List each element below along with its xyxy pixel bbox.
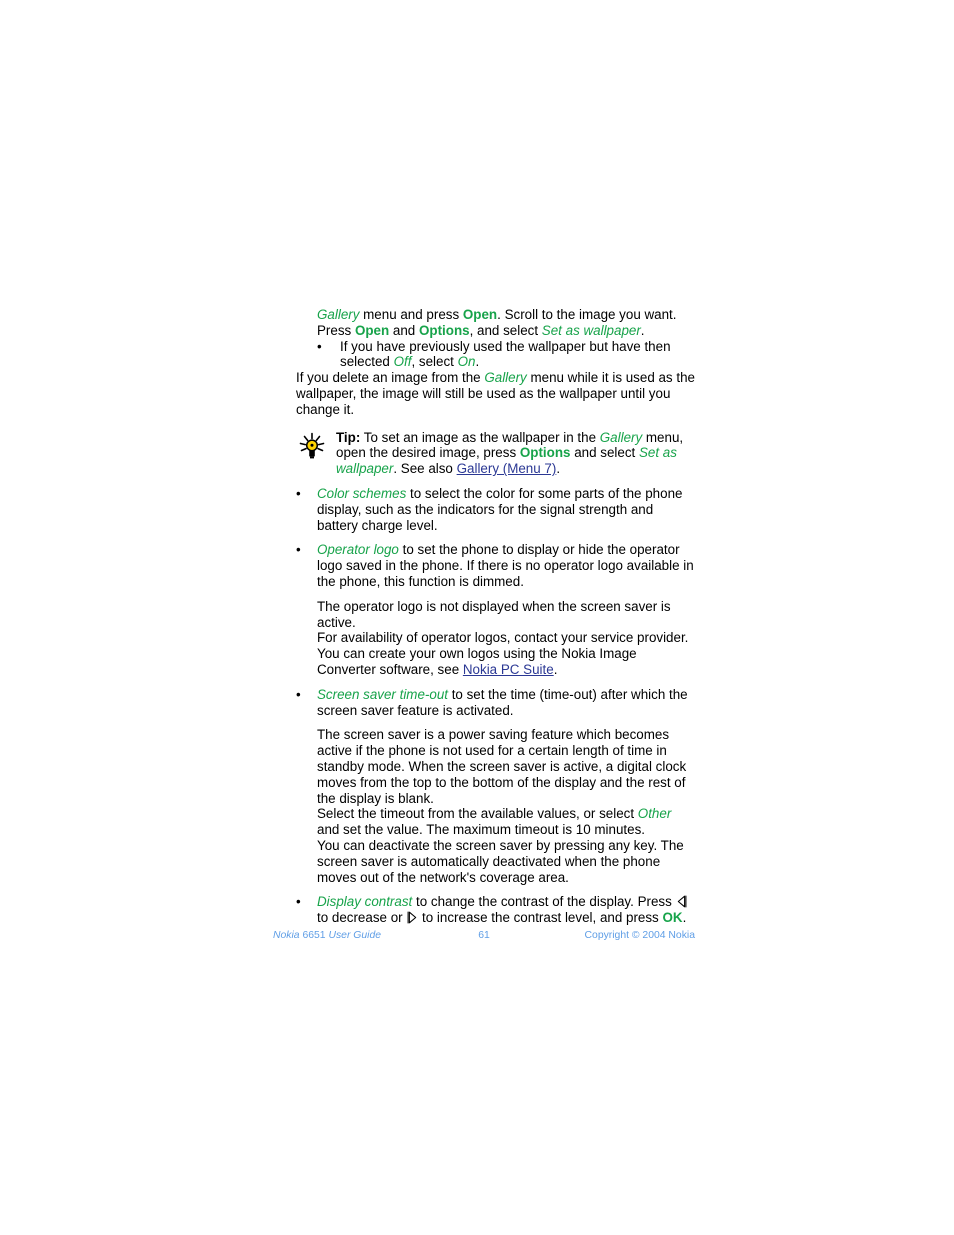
- left-arrow-key-icon: [677, 895, 687, 908]
- text-run: to increase the contrast level, and pres…: [418, 910, 663, 926]
- term-gallery: Gallery: [317, 307, 360, 322]
- term-operator-logo: Operator logo: [317, 542, 399, 558]
- paragraph-operator-logo-screensaver: The operator logo is not displayed when …: [317, 598, 671, 630]
- paragraph-operator-logo-availability: For availability of operator logos, cont…: [296, 630, 696, 677]
- text-run: , and select: [469, 322, 542, 338]
- term-gallery: Gallery: [599, 429, 643, 445]
- term-ok: OK: [662, 910, 683, 926]
- list-item-text: Display contrast to change the contrast …: [317, 894, 696, 926]
- term-open-2: Open: [354, 322, 390, 338]
- tip-label: Tip:: [336, 429, 361, 445]
- link-nokia-pc-suite[interactable]: Nokia PC Suite: [463, 662, 554, 677]
- link-gallery-menu-7[interactable]: Gallery (Menu 7): [457, 461, 557, 476]
- list-item: • If you have previously used the wallpa…: [296, 339, 696, 371]
- tip-text: Tip: To set an image as the wallpaper in…: [336, 430, 696, 477]
- text-run: If you delete an image from the: [296, 370, 485, 386]
- bullet-marker: •: [296, 542, 301, 558]
- text-run: Select the timeout from the available va…: [317, 806, 638, 822]
- list-item-text: Screen saver time-out to set the time (t…: [317, 687, 696, 719]
- term-color-schemes: Color schemes: [317, 485, 407, 501]
- page-content: Gallery menu and press Open. Scroll to t…: [296, 307, 696, 926]
- text-run: . See also: [393, 461, 457, 477]
- text-run: .: [556, 461, 561, 477]
- text-run: and select: [570, 445, 639, 461]
- text-run: .: [682, 910, 687, 926]
- list-item-text: Color schemes to select the color for so…: [317, 486, 696, 533]
- right-arrow-key-icon: [407, 911, 417, 924]
- paragraph-deactivate-screen-saver: You can deactivate the screen saver by p…: [317, 837, 684, 885]
- list-item-screen-saver-timeout: • Screen saver time-out to set the time …: [296, 687, 696, 719]
- list-item-text: If you have previously used the wallpape…: [340, 339, 696, 371]
- term-set-as-wallpaper: Set as wallpaper: [541, 322, 641, 338]
- paragraph-screen-saver-description: The screen saver is a power saving featu…: [317, 727, 687, 806]
- tip-block: Tip: To set an image as the wallpaper in…: [296, 430, 696, 477]
- list-item-display-contrast: • Display contrast to change the contras…: [296, 894, 696, 926]
- bullet-marker: •: [296, 894, 301, 910]
- text-run: .: [475, 354, 480, 370]
- text-run: and set the value. The maximum timeout i…: [317, 822, 645, 838]
- paragraph-select-timeout: Select the timeout from the available va…: [296, 806, 696, 838]
- term-off: Off: [393, 354, 412, 370]
- footer-copyright: Copyright © 2004 Nokia: [584, 930, 695, 941]
- text-run: menu and press: [359, 307, 463, 322]
- term-gallery: Gallery: [484, 370, 527, 386]
- page-footer: Nokia 6651 User Guide 61 Copyright © 200…: [273, 929, 695, 945]
- term-options: Options: [418, 322, 470, 338]
- text-run: to change the contrast of the display. P…: [412, 894, 676, 910]
- term-other: Other: [637, 806, 672, 822]
- list-item-text: Operator logo to set the phone to displa…: [317, 542, 696, 589]
- text-run: and: [389, 322, 419, 338]
- term-screen-saver-time-out: Screen saver time-out: [317, 686, 448, 702]
- lightbulb-icon: [295, 430, 329, 464]
- paragraph-delete-image: If you delete an image from the Gallery …: [296, 370, 696, 417]
- text-run: , select: [411, 354, 458, 370]
- list-item-operator-logo: • Operator logo to set the phone to disp…: [296, 542, 696, 589]
- term-options: Options: [519, 445, 571, 461]
- bullet-marker: •: [296, 686, 301, 702]
- term-open: Open: [462, 307, 498, 322]
- document-page: Gallery menu and press Open. Scroll to t…: [0, 0, 954, 1235]
- term-on: On: [457, 354, 476, 370]
- text-run: If you have previously used the wallpape…: [340, 338, 671, 370]
- paragraph-gallery-wallpaper: Gallery menu and press Open. Scroll to t…: [296, 307, 696, 339]
- term-display-contrast: Display contrast: [317, 894, 413, 910]
- text-run: to decrease or: [317, 910, 407, 926]
- text-run: To set an image as the wallpaper in the: [360, 429, 600, 445]
- bullet-marker: •: [296, 485, 301, 501]
- bullet-marker: •: [317, 338, 322, 354]
- text-run: .: [553, 661, 558, 677]
- list-item-color-schemes: • Color schemes to select the color for …: [296, 486, 696, 533]
- text-run: .: [640, 322, 645, 338]
